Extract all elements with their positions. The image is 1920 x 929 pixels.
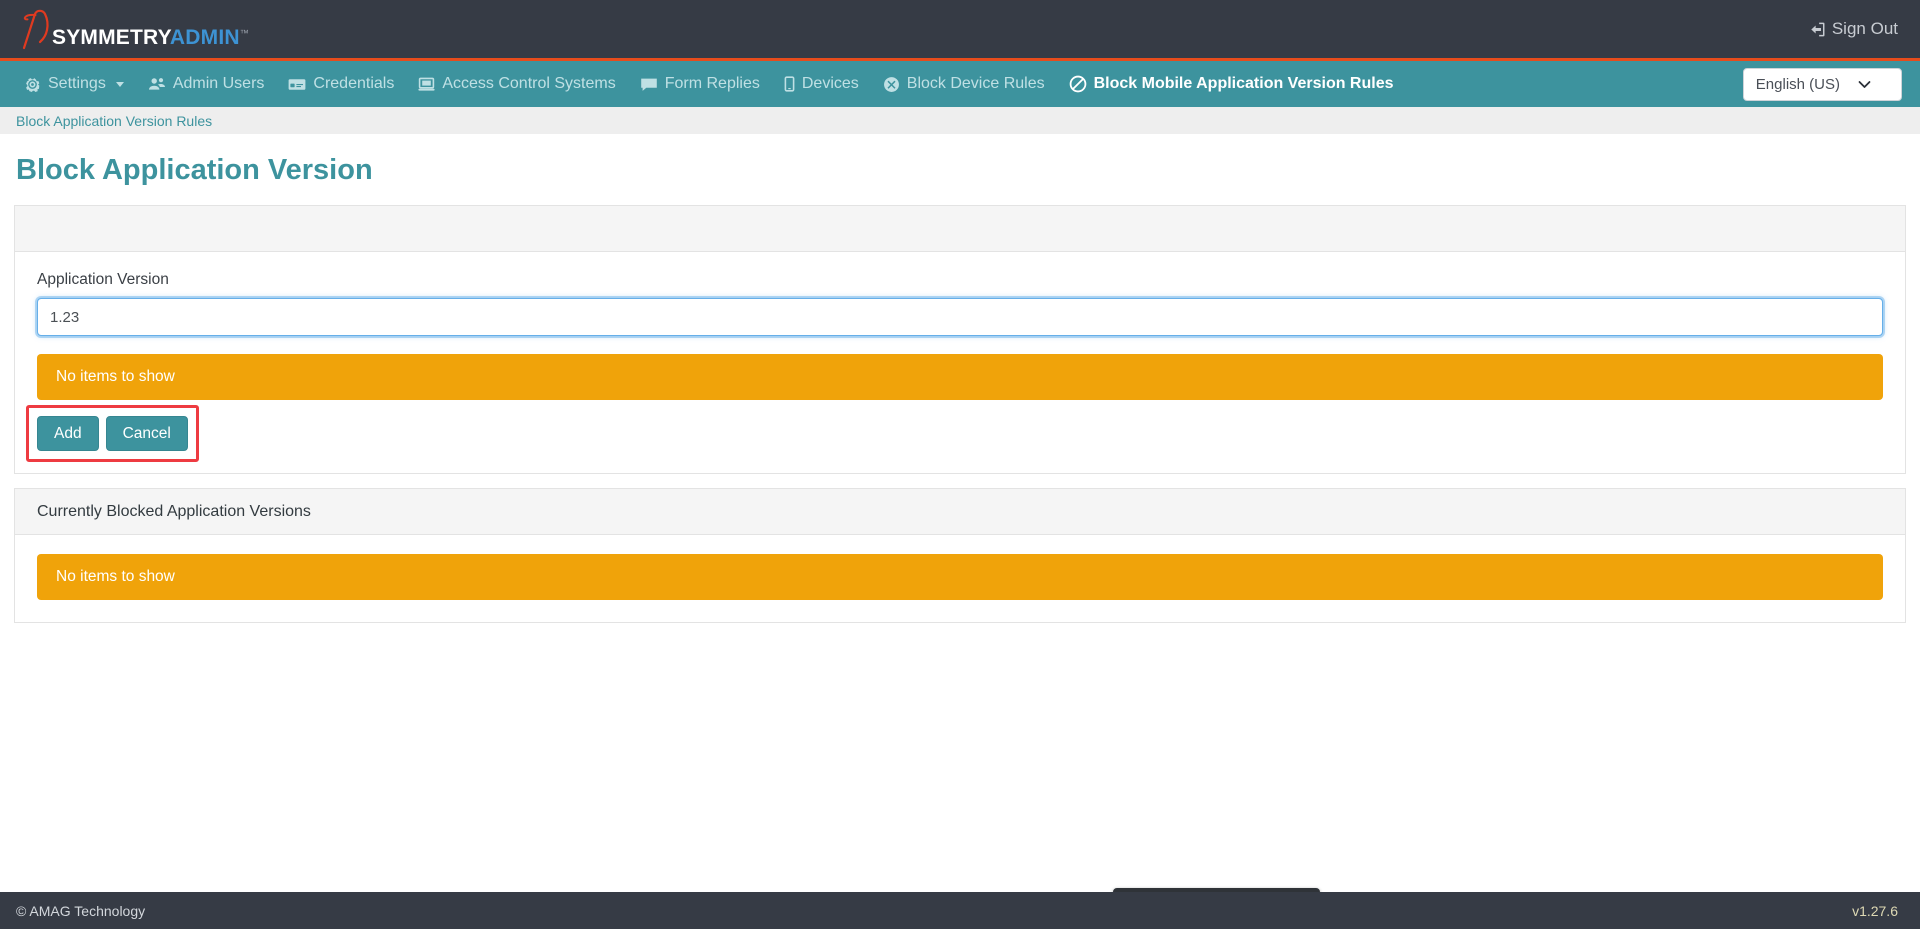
nav-item-settings[interactable]: Settings [18, 61, 136, 107]
block-application-version-card: Application Version No items to show Add… [14, 205, 1906, 475]
application-version-label: Application Version [37, 271, 169, 288]
no-items-alert: No items to show [37, 554, 1883, 601]
brand-text: SYMMETRYADMIN™ [52, 27, 249, 48]
nav-item-label: Block Device Rules [906, 75, 1045, 92]
nav-item-label: Admin Users [172, 75, 265, 92]
comment-icon [640, 77, 658, 92]
monitor-icon [418, 77, 435, 92]
footer-version: v1.27.6 [1852, 902, 1898, 919]
brand-text-primary: SYMMETRY [52, 26, 170, 49]
page-title: Block Application Version [16, 154, 373, 186]
breadcrumb: Block Application Version Rules [0, 107, 1920, 134]
cancel-button[interactable]: Cancel [105, 416, 188, 452]
chevron-down-icon [115, 81, 124, 87]
card-icon [288, 77, 306, 92]
application-version-input[interactable] [35, 296, 1885, 338]
card-body: No items to show [15, 535, 1905, 622]
sign-out-label: Sign Out [1831, 19, 1898, 38]
form-actions: Add Cancel [26, 405, 199, 463]
chevron-down-icon [1858, 77, 1871, 92]
nav-item-form-replies[interactable]: Form Replies [628, 61, 772, 107]
card-header [15, 206, 1905, 252]
no-items-alert: No items to show [37, 354, 1883, 400]
brand-logo[interactable]: SYMMETRYADMIN™ [18, 8, 249, 50]
nav-item-label: Devices [801, 75, 859, 92]
add-button[interactable]: Add [37, 416, 99, 452]
nav-item-block-device-rules[interactable]: Block Device Rules [871, 61, 1057, 107]
page-content: Block Application Version Application Ve… [0, 154, 1920, 624]
users-icon [148, 76, 166, 92]
language-selector[interactable]: English (US) [1742, 67, 1902, 101]
sign-out-icon [1808, 21, 1825, 38]
footer-copyright: © AMAG Technology [16, 902, 146, 919]
breadcrumb-item-block-application-version-rules[interactable]: Block Application Version Rules [16, 113, 212, 129]
hawk-logo-icon [18, 8, 52, 50]
nav-item-admin-users[interactable]: Admin Users [136, 61, 277, 107]
ban-icon [1069, 75, 1087, 93]
nav-item-label: Block Mobile Application Version Rules [1093, 75, 1394, 92]
footer: © AMAG Technology v1.27.6 [0, 892, 1920, 929]
nav-item-devices[interactable]: Devices [772, 61, 871, 107]
nav-item-list: Settings Admin Users Credentials Access … [18, 61, 1406, 107]
top-bar: SYMMETRYADMIN™ Sign Out [0, 0, 1920, 61]
times-circle-icon [883, 76, 900, 93]
brand-trademark: ™ [239, 28, 249, 38]
nav-item-label: Credentials [313, 75, 395, 92]
language-selected-value: English (US) [1755, 75, 1840, 93]
mobile-icon [784, 76, 795, 92]
brand-text-secondary: ADMIN [169, 26, 240, 49]
gear-icon [24, 76, 41, 93]
nav-item-label: Access Control Systems [442, 75, 616, 92]
nav-item-access-control-systems[interactable]: Access Control Systems [406, 61, 627, 107]
card-body: Application Version No items to show Add… [15, 252, 1905, 473]
sign-out-button[interactable]: Sign Out [1808, 19, 1898, 39]
nav-item-credentials[interactable]: Credentials [276, 61, 406, 107]
main-navigation: Settings Admin Users Credentials Access … [0, 61, 1920, 107]
card-header: Currently Blocked Application Versions [15, 489, 1905, 536]
currently-blocked-versions-card: Currently Blocked Application Versions N… [14, 488, 1906, 624]
nav-item-label: Form Replies [664, 75, 760, 92]
nav-item-label: Settings [48, 75, 106, 92]
nav-item-block-mobile-application-version-rules[interactable]: Block Mobile Application Version Rules [1057, 61, 1406, 107]
